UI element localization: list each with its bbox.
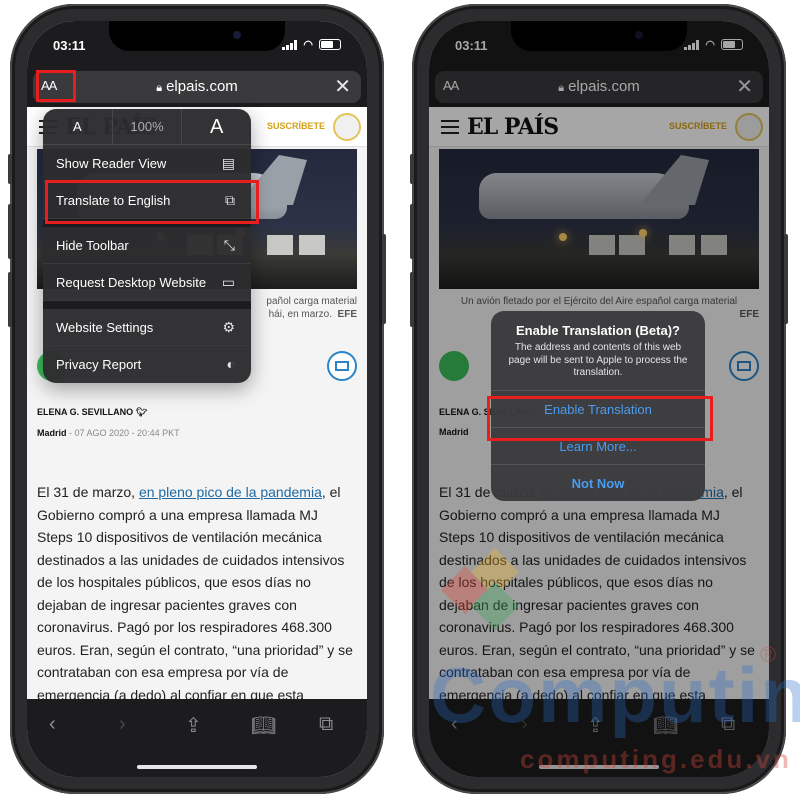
menu-item-privacy-report[interactable]: Privacy Report ◐: [43, 346, 251, 383]
phone-right: 03:11 ◠ AA 🔒︎ elpais.com ✕ EL PAÍS SUSCRÍ…: [410, 4, 788, 794]
close-icon[interactable]: ✕: [334, 74, 351, 99]
twitter-icon[interactable]: 🐦︎: [136, 407, 147, 417]
caption-line-2: hái, en marzo.: [268, 309, 332, 320]
power-button: [382, 234, 386, 324]
share-icon[interactable]: ⇪: [185, 713, 202, 738]
dateline-date: - 07 AGO 2020 - 20:44 PKT: [66, 428, 180, 438]
mute-switch: [410, 154, 414, 184]
address-bar: AA 🔒︎ elpais.com ✕: [27, 67, 367, 107]
dateline-city: Madrid: [37, 428, 67, 438]
enable-highlight: [487, 396, 713, 441]
zoom-level[interactable]: 100%: [113, 109, 183, 144]
watermark-logo: [440, 547, 520, 631]
screen: 03:11 ◠ AA 🔒︎elpais.com ✕ EL PAÍS SUSCRÍ…: [429, 21, 769, 777]
domain-label: 🔒︎ elpais.com: [33, 78, 361, 95]
byline: ELENA G. SEVILLANO 🐦︎ Madrid - 07 AGO 20…: [37, 407, 357, 438]
zoom-in-button[interactable]: A: [182, 109, 251, 144]
volume-down-button: [410, 272, 414, 327]
notch: [109, 21, 285, 51]
volume-up-button: [410, 204, 414, 259]
article-text-start: El 31 de marzo,: [37, 484, 139, 500]
url-field[interactable]: AA 🔒︎ elpais.com ✕: [33, 71, 361, 103]
translate-highlight: [45, 180, 259, 224]
lock-icon: 🔒︎: [156, 82, 163, 94]
format-menu: A 100% A Show Reader View ▤ Translate to …: [43, 109, 251, 383]
dateline: Madrid - 07 AGO 2020 - 20:44 PKT: [37, 428, 357, 438]
home-indicator: [137, 765, 257, 769]
dialog-title: Enable Translation (Beta)?: [516, 323, 680, 338]
watermark-url: computing.edu.vn: [520, 744, 792, 774]
menu-item-desktop-site[interactable]: Request Desktop Website ▭: [43, 264, 251, 301]
zoom-out-button[interactable]: A: [43, 109, 113, 144]
expand-icon: ⤡: [223, 237, 235, 253]
back-icon[interactable]: ‹: [49, 713, 56, 736]
mute-switch: [8, 154, 12, 184]
settings-icon: ⚙: [222, 319, 235, 335]
dialog-message: The address and contents of this web pag…: [508, 342, 688, 378]
tabs-icon[interactable]: ⧉: [319, 713, 333, 736]
battery-icon: [319, 39, 341, 50]
article-text-rest: , el Gobierno compró a una empresa llama…: [37, 484, 353, 699]
menu-item-website-settings[interactable]: Website Settings ⚙: [43, 309, 251, 346]
status-time: 03:11: [53, 38, 86, 53]
reader-icon: ▤: [221, 155, 235, 171]
screen: 03:11 ◠ AA 🔒︎elpais.com ✕ EL PAÍS SUSCRÍ…: [27, 21, 367, 777]
domain-text: elpais.com: [166, 78, 238, 95]
aa-highlight: [36, 70, 76, 102]
article-link[interactable]: en pleno pico de la pandemia: [139, 484, 322, 500]
desktop-icon: ▭: [221, 274, 235, 290]
not-now-button[interactable]: Not Now: [491, 463, 705, 501]
power-button: [784, 234, 788, 324]
subscribe-link[interactable]: SUSCRÍBETE: [267, 121, 325, 131]
menu-item-reader-view[interactable]: Show Reader View ▤: [43, 145, 251, 182]
shield-icon: ◐: [226, 356, 235, 372]
bookmarks-icon[interactable]: 📖︎: [251, 713, 276, 738]
article-body: El 31 de marzo, en pleno pico de la pand…: [37, 481, 357, 699]
signal-icon: [282, 39, 298, 50]
bottom-toolbar: ‹ › ⇪ 📖︎ ⧉: [27, 699, 367, 777]
avatar[interactable]: [333, 113, 361, 141]
watermark-registered: ®: [760, 642, 777, 667]
zoom-row: A 100% A: [43, 109, 251, 145]
phone-left: 03:11 ◠ AA 🔒︎elpais.com ✕ EL PAÍS SUSCRÍ…: [8, 4, 386, 794]
caption-credit: EFE: [337, 309, 357, 320]
volume-up-button: [8, 204, 12, 259]
forward-icon[interactable]: ›: [119, 713, 126, 736]
author-name[interactable]: ELENA G. SEVILLANO 🐦︎: [37, 407, 357, 418]
volume-down-button: [8, 272, 12, 327]
email-share-button[interactable]: [327, 351, 357, 381]
wifi-icon: ◠: [303, 39, 313, 51]
menu-item-hide-toolbar[interactable]: Hide Toolbar ⤡: [43, 227, 251, 264]
